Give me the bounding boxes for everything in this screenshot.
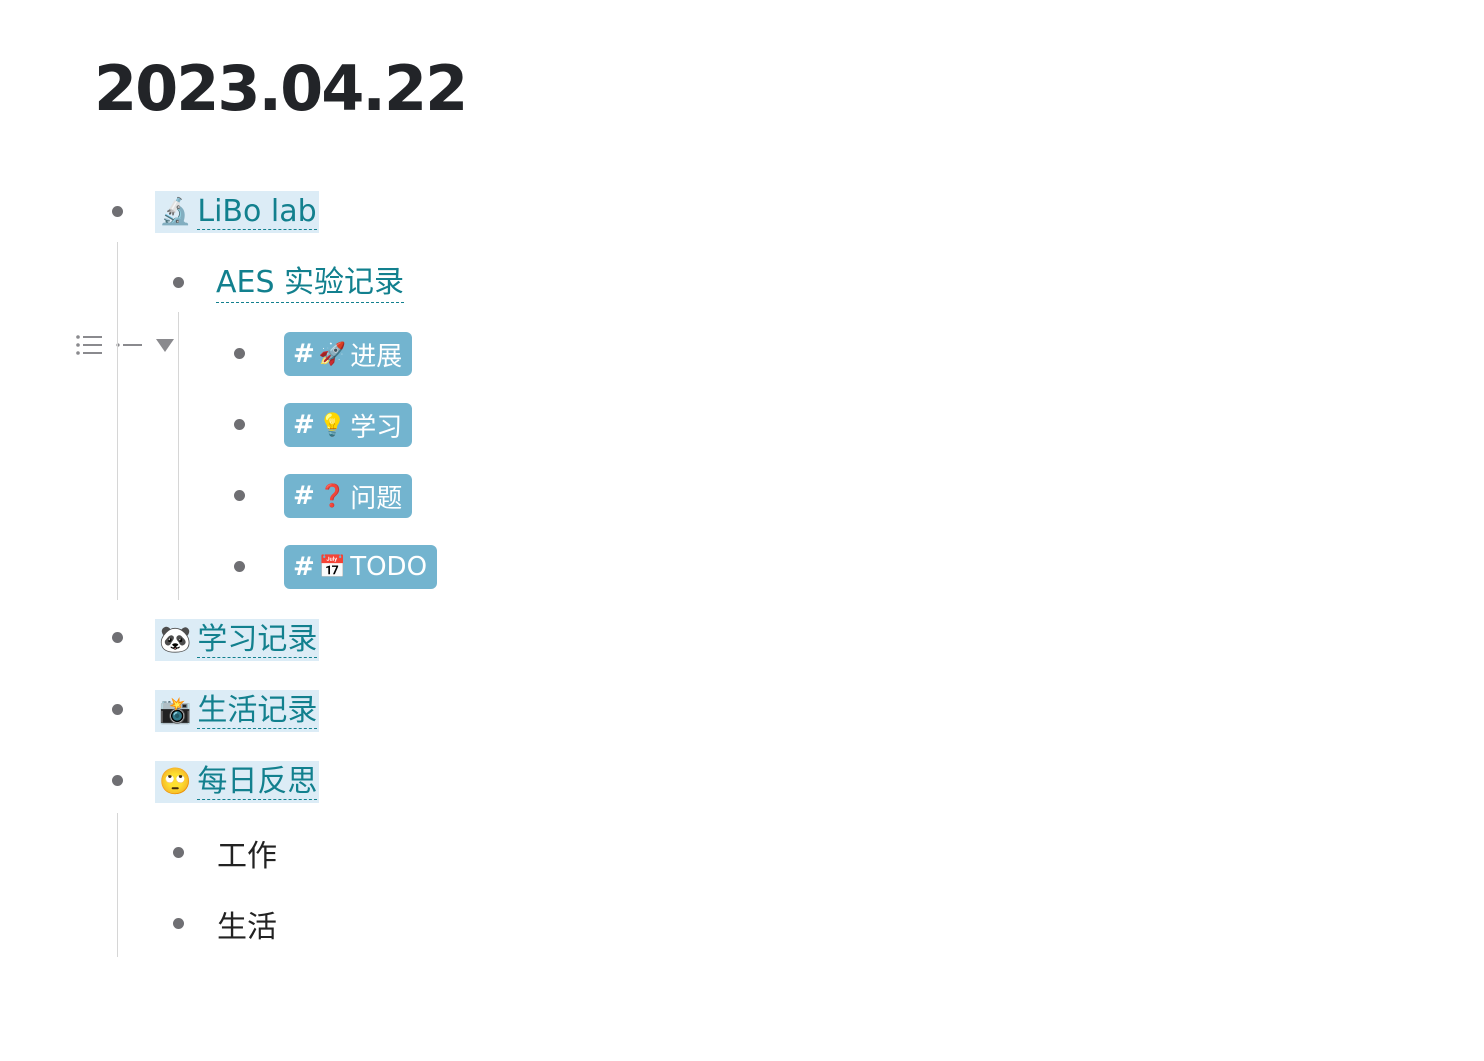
tag-label: 问题 (350, 483, 403, 514)
guide-line-reflection (117, 813, 118, 957)
tag-progress[interactable]: # 🚀 进展 (284, 332, 413, 376)
list-item: 生活 (217, 900, 277, 948)
panda-icon: 🐼 (159, 625, 192, 655)
bullet[interactable] (112, 704, 123, 715)
bullet[interactable] (234, 561, 245, 572)
camera-icon: 📸 (159, 696, 192, 726)
page-ref-study-record[interactable]: 🐼 学习记录 (155, 619, 320, 661)
lightbulb-icon: 💡 (318, 412, 347, 438)
bullet[interactable] (173, 847, 184, 858)
list-item: 工作 (217, 829, 277, 877)
page-ref-daily-reflection[interactable]: 🙄 每日反思 (155, 761, 320, 803)
guide-line-libo (117, 242, 118, 600)
page-ref-aes-record[interactable]: AES 实验记录 (216, 264, 405, 303)
list-item: 🙄 每日反思 (155, 758, 320, 806)
tag-study[interactable]: # 💡 学习 (284, 403, 413, 447)
list-item: # 💡 学习 (284, 401, 413, 449)
hash-icon: # (293, 481, 315, 511)
rocket-icon: 🚀 (318, 341, 347, 367)
bullet[interactable] (112, 632, 123, 643)
tag-todo[interactable]: # 📅 TODO (284, 545, 438, 589)
page-ref-label: 生活记录 (197, 692, 318, 729)
page-ref-label: 学习记录 (197, 621, 318, 658)
bullet[interactable] (234, 419, 245, 430)
bullet[interactable] (173, 277, 184, 288)
triangle-down-icon[interactable] (152, 334, 178, 356)
bullet[interactable] (234, 490, 245, 501)
tag-label: TODO (350, 552, 428, 582)
list-item: AES 实验记录 (216, 259, 405, 307)
block-text-work[interactable]: 工作 (217, 831, 277, 875)
microscope-icon: 🔬 (159, 197, 192, 227)
list-item: # ❓ 问题 (284, 472, 413, 520)
calendar-icon: 📅 (318, 554, 347, 580)
eye-roll-face-icon: 🙄 (159, 767, 192, 797)
hash-icon: # (293, 410, 315, 440)
bullet[interactable] (112, 775, 123, 786)
page-title: 2023.04.22 (94, 52, 468, 125)
list-icon[interactable] (74, 331, 104, 359)
list-item: # 📅 TODO (284, 543, 438, 591)
list-item: # 🚀 进展 (284, 330, 413, 378)
page-ref-life-record[interactable]: 📸 生活记录 (155, 690, 320, 732)
bullet[interactable] (173, 918, 184, 929)
bullet[interactable] (112, 206, 123, 217)
tag-label: 进展 (350, 341, 403, 372)
block-text-life[interactable]: 生活 (217, 902, 277, 946)
tag-question[interactable]: # ❓ 问题 (284, 474, 413, 518)
hash-icon: # (293, 339, 315, 369)
list-item: 🐼 学习记录 (155, 616, 320, 664)
collapse-line-icon[interactable] (114, 333, 144, 357)
list-item: 📸 生活记录 (155, 687, 320, 735)
hash-icon: # (293, 552, 315, 582)
list-item: 🔬 LiBo lab (155, 188, 319, 236)
guide-line-aes (178, 312, 179, 600)
page-ref-label: LiBo lab (197, 193, 317, 230)
bullet[interactable] (234, 348, 245, 359)
page-ref-libo-lab[interactable]: 🔬 LiBo lab (155, 191, 319, 233)
tag-label: 学习 (350, 412, 403, 443)
page-ref-label: 每日反思 (197, 763, 318, 800)
question-mark-icon: ❓ (318, 483, 347, 509)
